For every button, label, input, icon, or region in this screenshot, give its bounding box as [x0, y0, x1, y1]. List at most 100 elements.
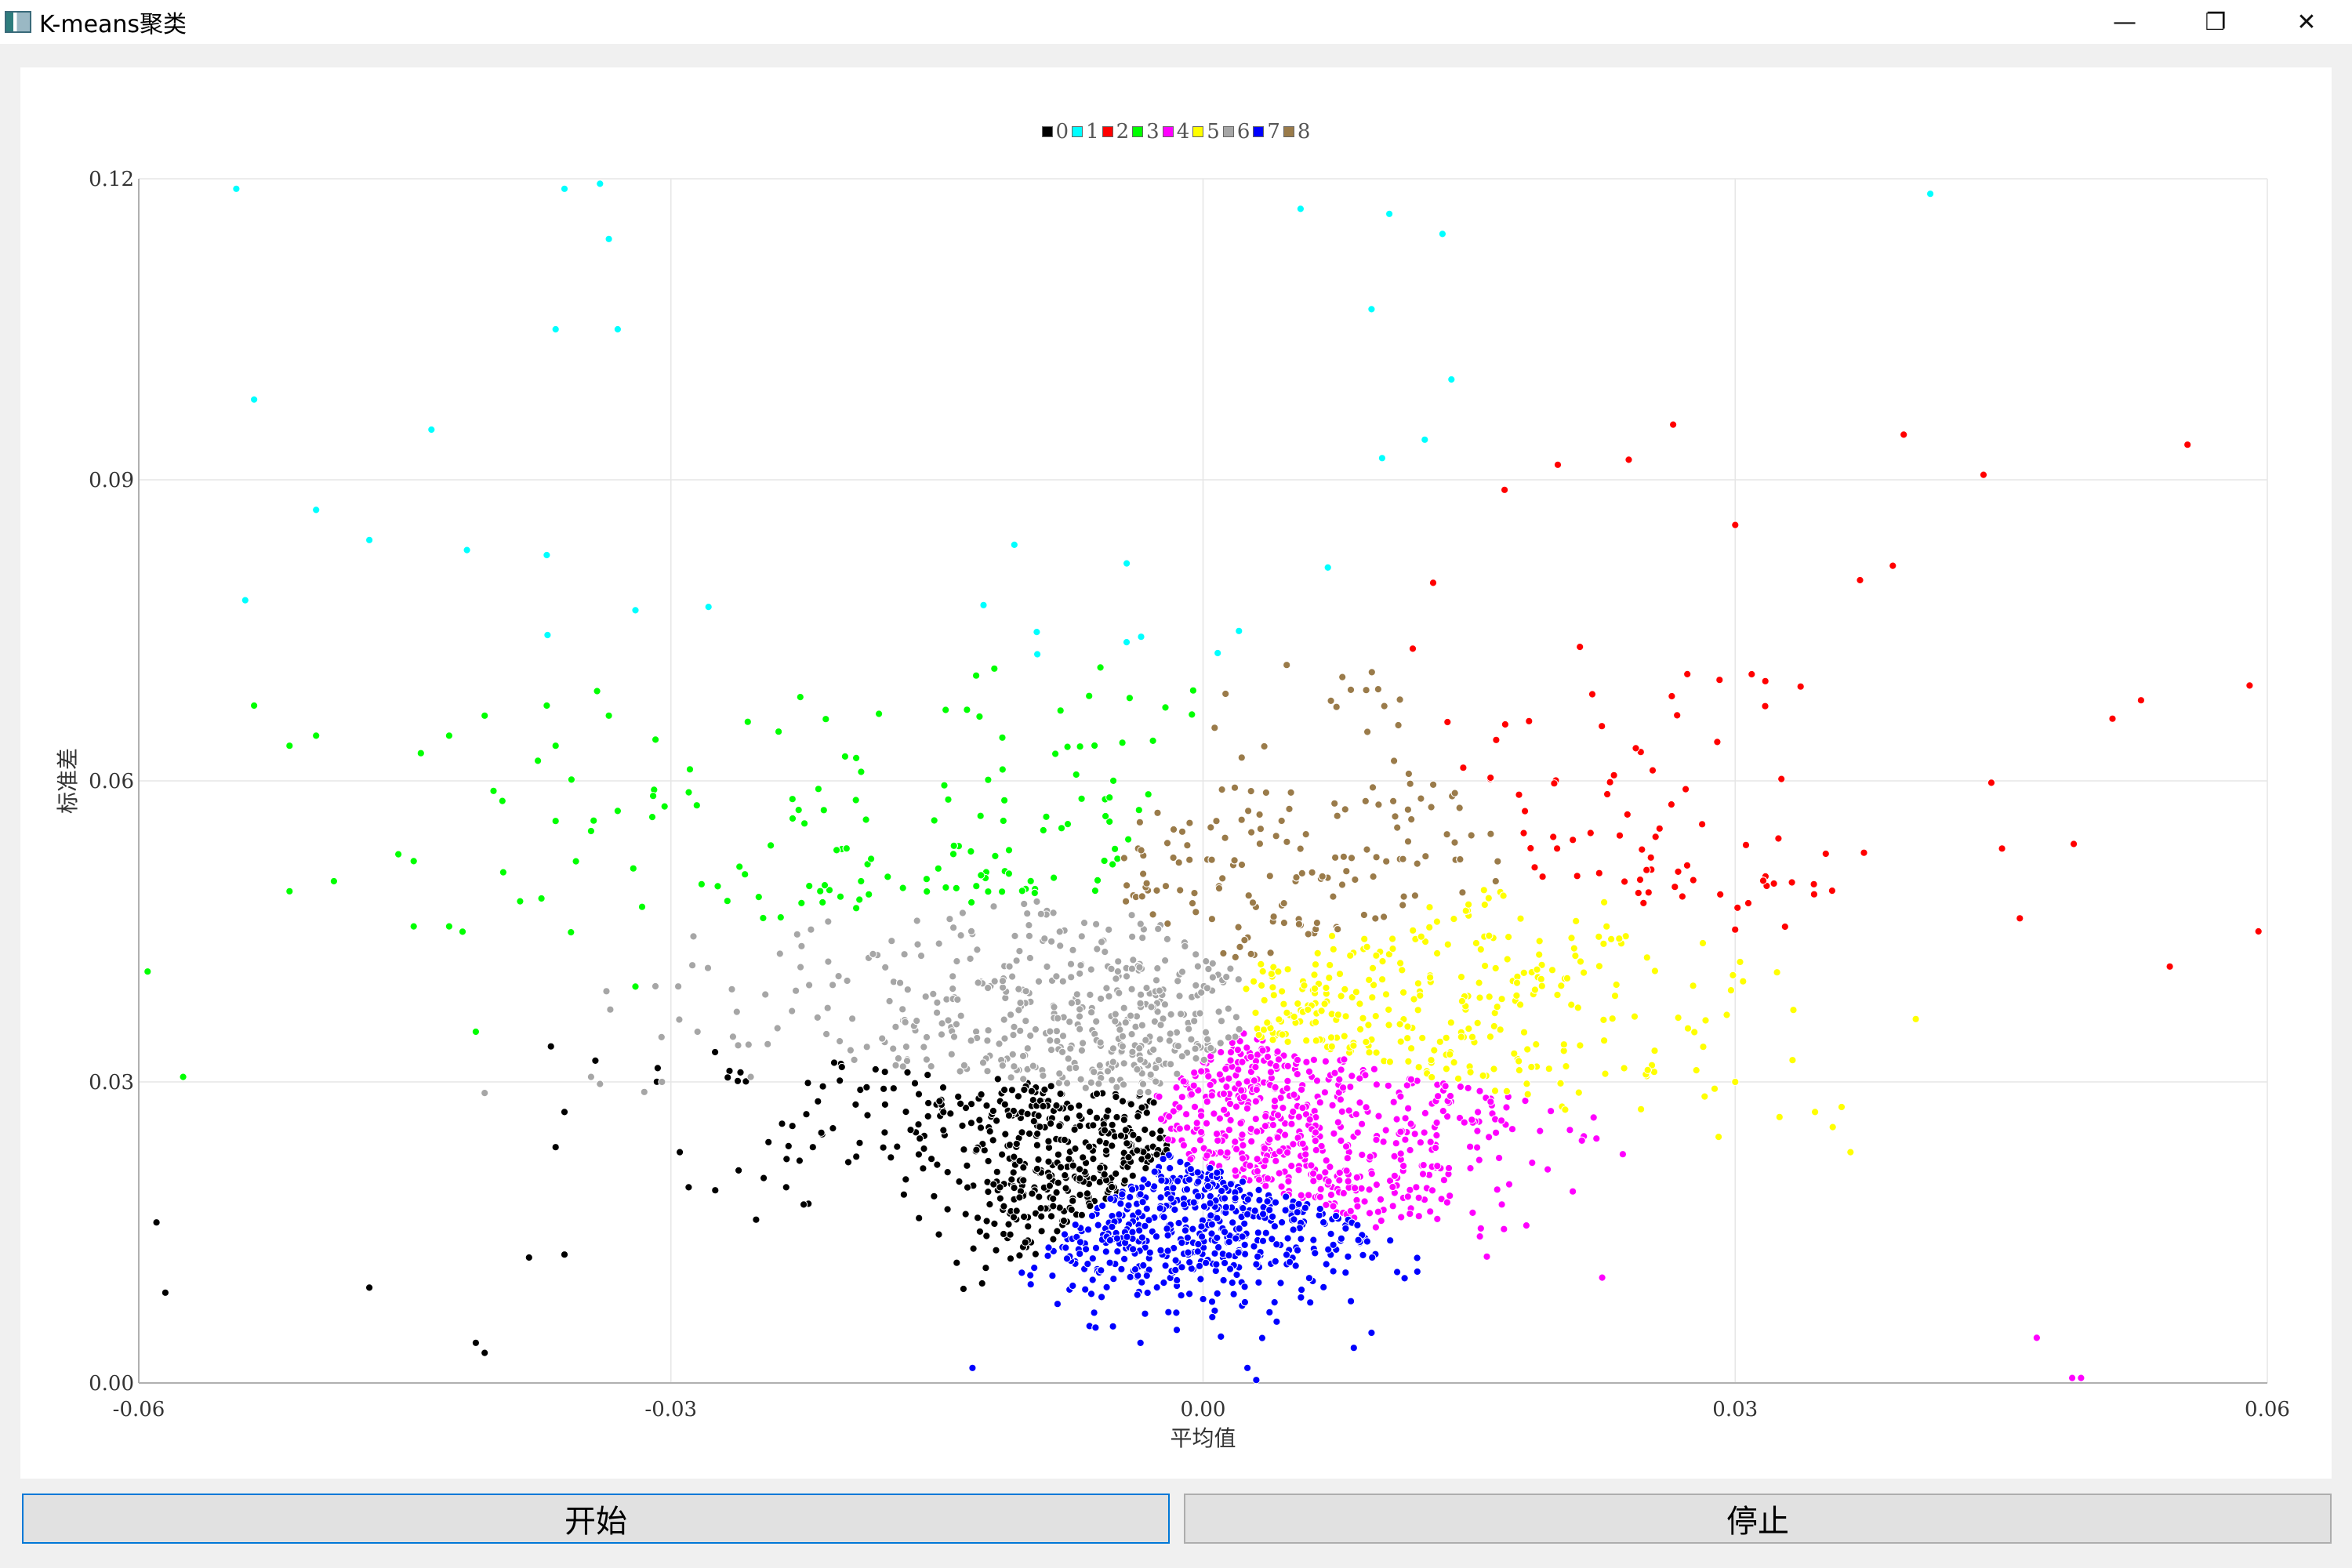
point-series-4	[1618, 1150, 1628, 1159]
point-series-2	[1731, 925, 1740, 934]
point-series-0	[958, 1121, 967, 1131]
point-series-4	[1305, 1067, 1314, 1076]
point-series-0	[795, 1156, 804, 1165]
scatter-chart[interactable]: -0.06 -0.03 0.00 0.03 0.060.000.030.060.090.…	[20, 67, 2332, 1479]
point-series-4	[1219, 1090, 1229, 1098]
point-series-3	[1125, 694, 1134, 702]
point-series-4	[1329, 1202, 1338, 1210]
point-series-5	[1574, 1088, 1583, 1097]
legend-swatch	[1283, 126, 1294, 137]
point-series-3	[537, 894, 546, 903]
point-series-3	[604, 711, 613, 720]
point-series-4	[1473, 1143, 1482, 1152]
legend-item-5: 5	[1192, 120, 1220, 143]
point-series-1	[613, 325, 622, 334]
point-series-3	[1091, 887, 1100, 895]
point-series-4	[1163, 1135, 1173, 1144]
point-series-0	[152, 1218, 161, 1227]
point-series-0	[935, 1097, 944, 1105]
point-series-4	[1371, 1223, 1381, 1232]
point-series-4	[1351, 1184, 1359, 1192]
point-series-0	[1138, 1103, 1146, 1112]
point-series-0	[1004, 1220, 1013, 1229]
point-series-0	[1054, 1178, 1062, 1187]
point-series-0	[1039, 1102, 1047, 1111]
point-series-3	[852, 904, 861, 913]
point-series-4	[1566, 1126, 1574, 1134]
point-series-5	[1310, 971, 1319, 979]
point-series-4	[1247, 1137, 1256, 1145]
point-series-0	[1069, 1196, 1077, 1205]
point-series-3	[984, 775, 993, 784]
point-series-1	[543, 630, 552, 640]
point-series-2	[1598, 722, 1606, 731]
point-series-2	[1443, 717, 1452, 727]
point-series-3	[788, 814, 797, 823]
point-series-0	[1124, 1153, 1133, 1162]
point-series-0	[1128, 1171, 1137, 1180]
point-series-5	[1548, 966, 1557, 975]
point-series-3	[1057, 824, 1066, 833]
point-series-3	[852, 753, 861, 763]
point-series-0	[1089, 1155, 1098, 1163]
point-series-1	[1123, 559, 1131, 568]
point-series-3	[489, 786, 498, 795]
point-series-3	[1030, 888, 1039, 898]
point-series-4	[1547, 1107, 1555, 1116]
point-series-0	[551, 1143, 560, 1152]
point-series-5	[1388, 935, 1397, 943]
point-series-4	[1473, 1127, 1482, 1135]
point-series-4	[1252, 1085, 1261, 1094]
point-series-4	[1210, 1109, 1218, 1118]
point-series-4	[1384, 1081, 1392, 1090]
point-series-5	[1409, 926, 1417, 935]
point-series-0	[1033, 1130, 1042, 1138]
point-series-3	[735, 862, 744, 871]
point-series-5	[1698, 938, 1708, 948]
point-series-4	[1274, 1055, 1283, 1064]
point-series-3	[593, 687, 601, 695]
point-series-0	[963, 1183, 972, 1192]
minimize-button[interactable]: —	[2079, 0, 2170, 44]
point-series-3	[697, 880, 706, 888]
point-series-4	[1220, 1105, 1229, 1114]
point-series-4	[1330, 1069, 1339, 1077]
point-series-3	[999, 816, 1007, 826]
point-series-4	[1203, 1151, 1211, 1160]
point-series-0	[725, 1066, 734, 1076]
point-series-2	[1538, 873, 1547, 881]
point-series-2	[1615, 831, 1624, 840]
point-series-0	[1040, 1085, 1049, 1094]
point-series-4	[1485, 1133, 1494, 1142]
point-series-4	[1273, 1133, 1282, 1142]
point-series-0	[1044, 1137, 1053, 1145]
point-series-4	[1265, 1135, 1274, 1144]
point-series-4	[1589, 1113, 1598, 1122]
point-series-4	[1446, 1091, 1455, 1101]
point-series-0	[1149, 1098, 1158, 1107]
point-series-1	[1421, 435, 1429, 444]
restore-button[interactable]: ❐	[2170, 0, 2261, 44]
point-series-5	[1432, 917, 1442, 926]
point-series-4	[1381, 1126, 1390, 1134]
point-series-4	[1305, 1115, 1314, 1124]
point-series-3	[800, 819, 809, 828]
point-series-5	[1576, 957, 1585, 966]
legend-label: 8	[1297, 120, 1311, 143]
point-series-2	[2165, 962, 2174, 971]
point-series-4	[1569, 1187, 1577, 1196]
point-series-4	[1420, 1128, 1428, 1137]
point-series-0	[946, 1109, 955, 1118]
point-series-1	[1033, 628, 1041, 637]
point-series-0	[1112, 1169, 1120, 1178]
close-button[interactable]: ✕	[2261, 0, 2352, 44]
point-series-4	[1165, 1112, 1174, 1121]
point-series-2	[1519, 829, 1528, 837]
point-series-1	[1214, 648, 1222, 658]
point-series-4	[1336, 1095, 1345, 1104]
point-series-2	[1550, 779, 1559, 788]
point-series-3	[1004, 869, 1014, 878]
legend-item-8: 8	[1283, 120, 1311, 143]
point-series-4	[1466, 1142, 1475, 1151]
point-series-3	[1063, 742, 1072, 751]
